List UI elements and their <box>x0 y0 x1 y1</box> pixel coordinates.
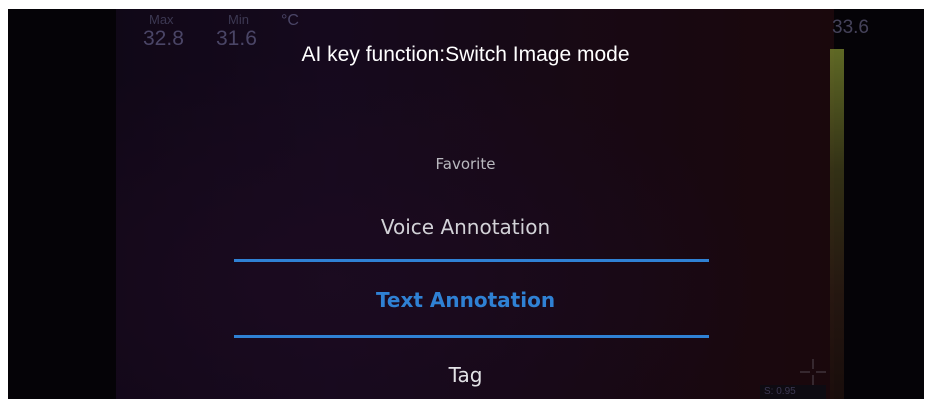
dialog-title: AI key function:Switch Image mode <box>301 43 630 66</box>
emissivity-tag: S: 0.95 <box>760 385 826 399</box>
camera-screen: Max 32.8 Min 31.6 33.6 S: 0.95 <box>8 9 924 399</box>
option-voice-annotation[interactable]: Voice Annotation <box>0 215 931 239</box>
thermal-image <box>116 9 834 399</box>
temperature-unit: °C <box>281 12 299 29</box>
min-temp-label: Min <box>228 12 249 27</box>
scale-max-value: 33.6 <box>832 17 869 38</box>
option-tag[interactable]: Tag <box>0 363 931 387</box>
option-text-annotation[interactable]: Text Annotation <box>0 288 931 312</box>
selection-divider-top <box>234 259 709 262</box>
option-favorite[interactable]: Favorite <box>0 155 931 173</box>
selection-divider-bottom <box>234 335 709 338</box>
max-temp-label: Max <box>149 12 174 27</box>
